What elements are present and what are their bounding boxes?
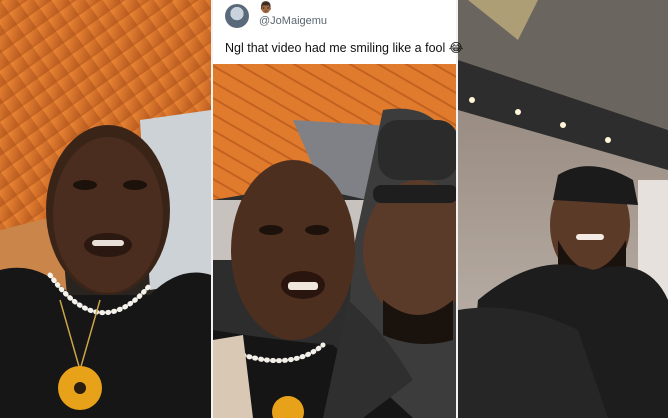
photo-right [458,0,668,418]
profile-avatar [225,4,249,28]
tweet-handle: @JoMaigemu [259,15,328,27]
person-emoji-icon: 👨🏾 [259,1,273,14]
photo-left [0,0,211,418]
tweet-card: 👨🏾 @JoMaigemu Ngl that video had me smil… [213,0,463,64]
tweet-text: Ngl that video had me smiling like a foo… [225,40,463,55]
tweet-body: Ngl that video had me smiling like a foo… [225,41,446,55]
laughing-emoji-icon: 😂 [448,40,464,55]
